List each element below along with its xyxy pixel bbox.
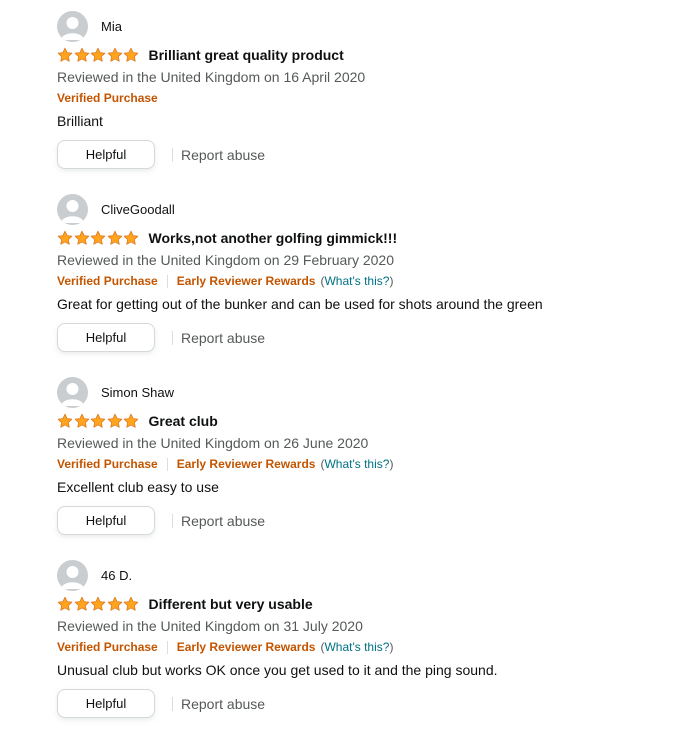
star-icon	[107, 230, 123, 246]
review-title-row: Great club	[57, 411, 218, 431]
verified-purchase-badge[interactable]: Verified Purchase	[57, 89, 158, 107]
review-title-row: Different but very usable	[57, 594, 313, 614]
star-rating[interactable]	[57, 230, 140, 246]
review-body: Excellent club easy to use	[57, 479, 219, 495]
review-badges: Verified Purchase	[57, 89, 158, 107]
divider	[172, 513, 173, 528]
whats-this-wrapper: (What's this?)	[320, 640, 394, 654]
review-title[interactable]: Works,not another golfing gimmick!!!	[149, 230, 398, 246]
star-icon	[107, 596, 123, 612]
divider	[172, 147, 173, 162]
early-reviewer-rewards-badge: Early Reviewer Rewards	[176, 457, 316, 471]
reviewer-name[interactable]: CliveGoodall	[101, 202, 175, 217]
review-badges: Verified Purchase Early Reviewer Rewards…	[57, 455, 393, 473]
reviewer-profile[interactable]: Simon Shaw	[57, 376, 174, 408]
divider	[172, 696, 173, 711]
review-badges: Verified Purchase Early Reviewer Rewards…	[57, 638, 393, 656]
review-date: Reviewed in the United Kingdom on 16 Apr…	[57, 69, 366, 85]
whats-this-link[interactable]: What's this?	[324, 274, 389, 288]
review-date: Reviewed in the United Kingdom on 26 Jun…	[57, 435, 369, 451]
review-title-row: Brilliant great quality product	[57, 45, 344, 65]
verified-purchase-badge[interactable]: Verified Purchase	[57, 272, 158, 290]
verified-purchase-badge[interactable]: Verified Purchase	[57, 638, 158, 656]
early-reviewer-rewards-badge: Early Reviewer Rewards	[176, 640, 316, 654]
star-icon	[90, 47, 106, 63]
star-icon	[123, 47, 139, 63]
review-date: Reviewed in the United Kingdom on 31 Jul…	[57, 618, 363, 634]
report-abuse-link[interactable]: Report abuse	[181, 330, 265, 346]
early-reviewer-rewards-badge: Early Reviewer Rewards	[176, 274, 316, 288]
star-icon	[123, 596, 139, 612]
star-icon	[123, 413, 139, 429]
reviewer-name[interactable]: Simon Shaw	[101, 385, 174, 400]
helpful-button[interactable]: Helpful	[57, 323, 155, 352]
star-rating[interactable]	[57, 596, 140, 612]
divider	[172, 330, 173, 345]
star-rating[interactable]	[57, 47, 140, 63]
star-icon	[57, 413, 73, 429]
report-abuse-link[interactable]: Report abuse	[181, 696, 265, 712]
star-icon	[123, 230, 139, 246]
star-icon	[57, 596, 73, 612]
report-abuse-link[interactable]: Report abuse	[181, 147, 265, 163]
review-body: Brilliant	[57, 113, 103, 129]
divider	[166, 274, 168, 288]
default-user-avatar-icon	[57, 559, 88, 591]
review-body: Unusual club but works OK once you get u…	[57, 662, 498, 678]
star-icon	[57, 47, 73, 63]
whats-this-wrapper: (What's this?)	[320, 274, 394, 288]
helpful-button[interactable]: Helpful	[57, 140, 155, 169]
star-icon	[74, 47, 90, 63]
reviewer-name[interactable]: Mia	[101, 19, 122, 34]
review-title[interactable]: Different but very usable	[149, 596, 313, 612]
divider	[166, 640, 168, 654]
review-title-row: Works,not another golfing gimmick!!!	[57, 228, 397, 248]
whats-this-link[interactable]: What's this?	[324, 457, 389, 471]
review-actions: Helpful Report abuse	[57, 505, 265, 536]
review-body: Great for getting out of the bunker and …	[57, 296, 543, 312]
star-icon	[107, 413, 123, 429]
review-actions: Helpful Report abuse	[57, 139, 265, 170]
reviewer-profile[interactable]: CliveGoodall	[57, 193, 175, 225]
verified-purchase-badge[interactable]: Verified Purchase	[57, 455, 158, 473]
reviewer-profile[interactable]: Mia	[57, 10, 122, 42]
review-title[interactable]: Brilliant great quality product	[149, 47, 344, 63]
review-date: Reviewed in the United Kingdom on 29 Feb…	[57, 252, 394, 268]
star-icon	[74, 413, 90, 429]
divider	[166, 457, 168, 471]
star-icon	[107, 47, 123, 63]
reviewer-profile[interactable]: 46 D.	[57, 559, 132, 591]
whats-this-wrapper: (What's this?)	[320, 457, 394, 471]
default-user-avatar-icon	[57, 10, 88, 42]
star-icon	[74, 596, 90, 612]
star-icon	[57, 230, 73, 246]
report-abuse-link[interactable]: Report abuse	[181, 513, 265, 529]
reviewer-name[interactable]: 46 D.	[101, 568, 132, 583]
star-icon	[90, 413, 106, 429]
whats-this-link[interactable]: What's this?	[324, 640, 389, 654]
default-user-avatar-icon	[57, 376, 88, 408]
review-title[interactable]: Great club	[149, 413, 218, 429]
review-badges: Verified Purchase Early Reviewer Rewards…	[57, 272, 393, 290]
star-rating[interactable]	[57, 413, 140, 429]
star-icon	[90, 596, 106, 612]
star-icon	[74, 230, 90, 246]
helpful-button[interactable]: Helpful	[57, 689, 155, 718]
review-actions: Helpful Report abuse	[57, 322, 265, 353]
default-user-avatar-icon	[57, 193, 88, 225]
star-icon	[90, 230, 106, 246]
review-actions: Helpful Report abuse	[57, 688, 265, 719]
helpful-button[interactable]: Helpful	[57, 506, 155, 535]
